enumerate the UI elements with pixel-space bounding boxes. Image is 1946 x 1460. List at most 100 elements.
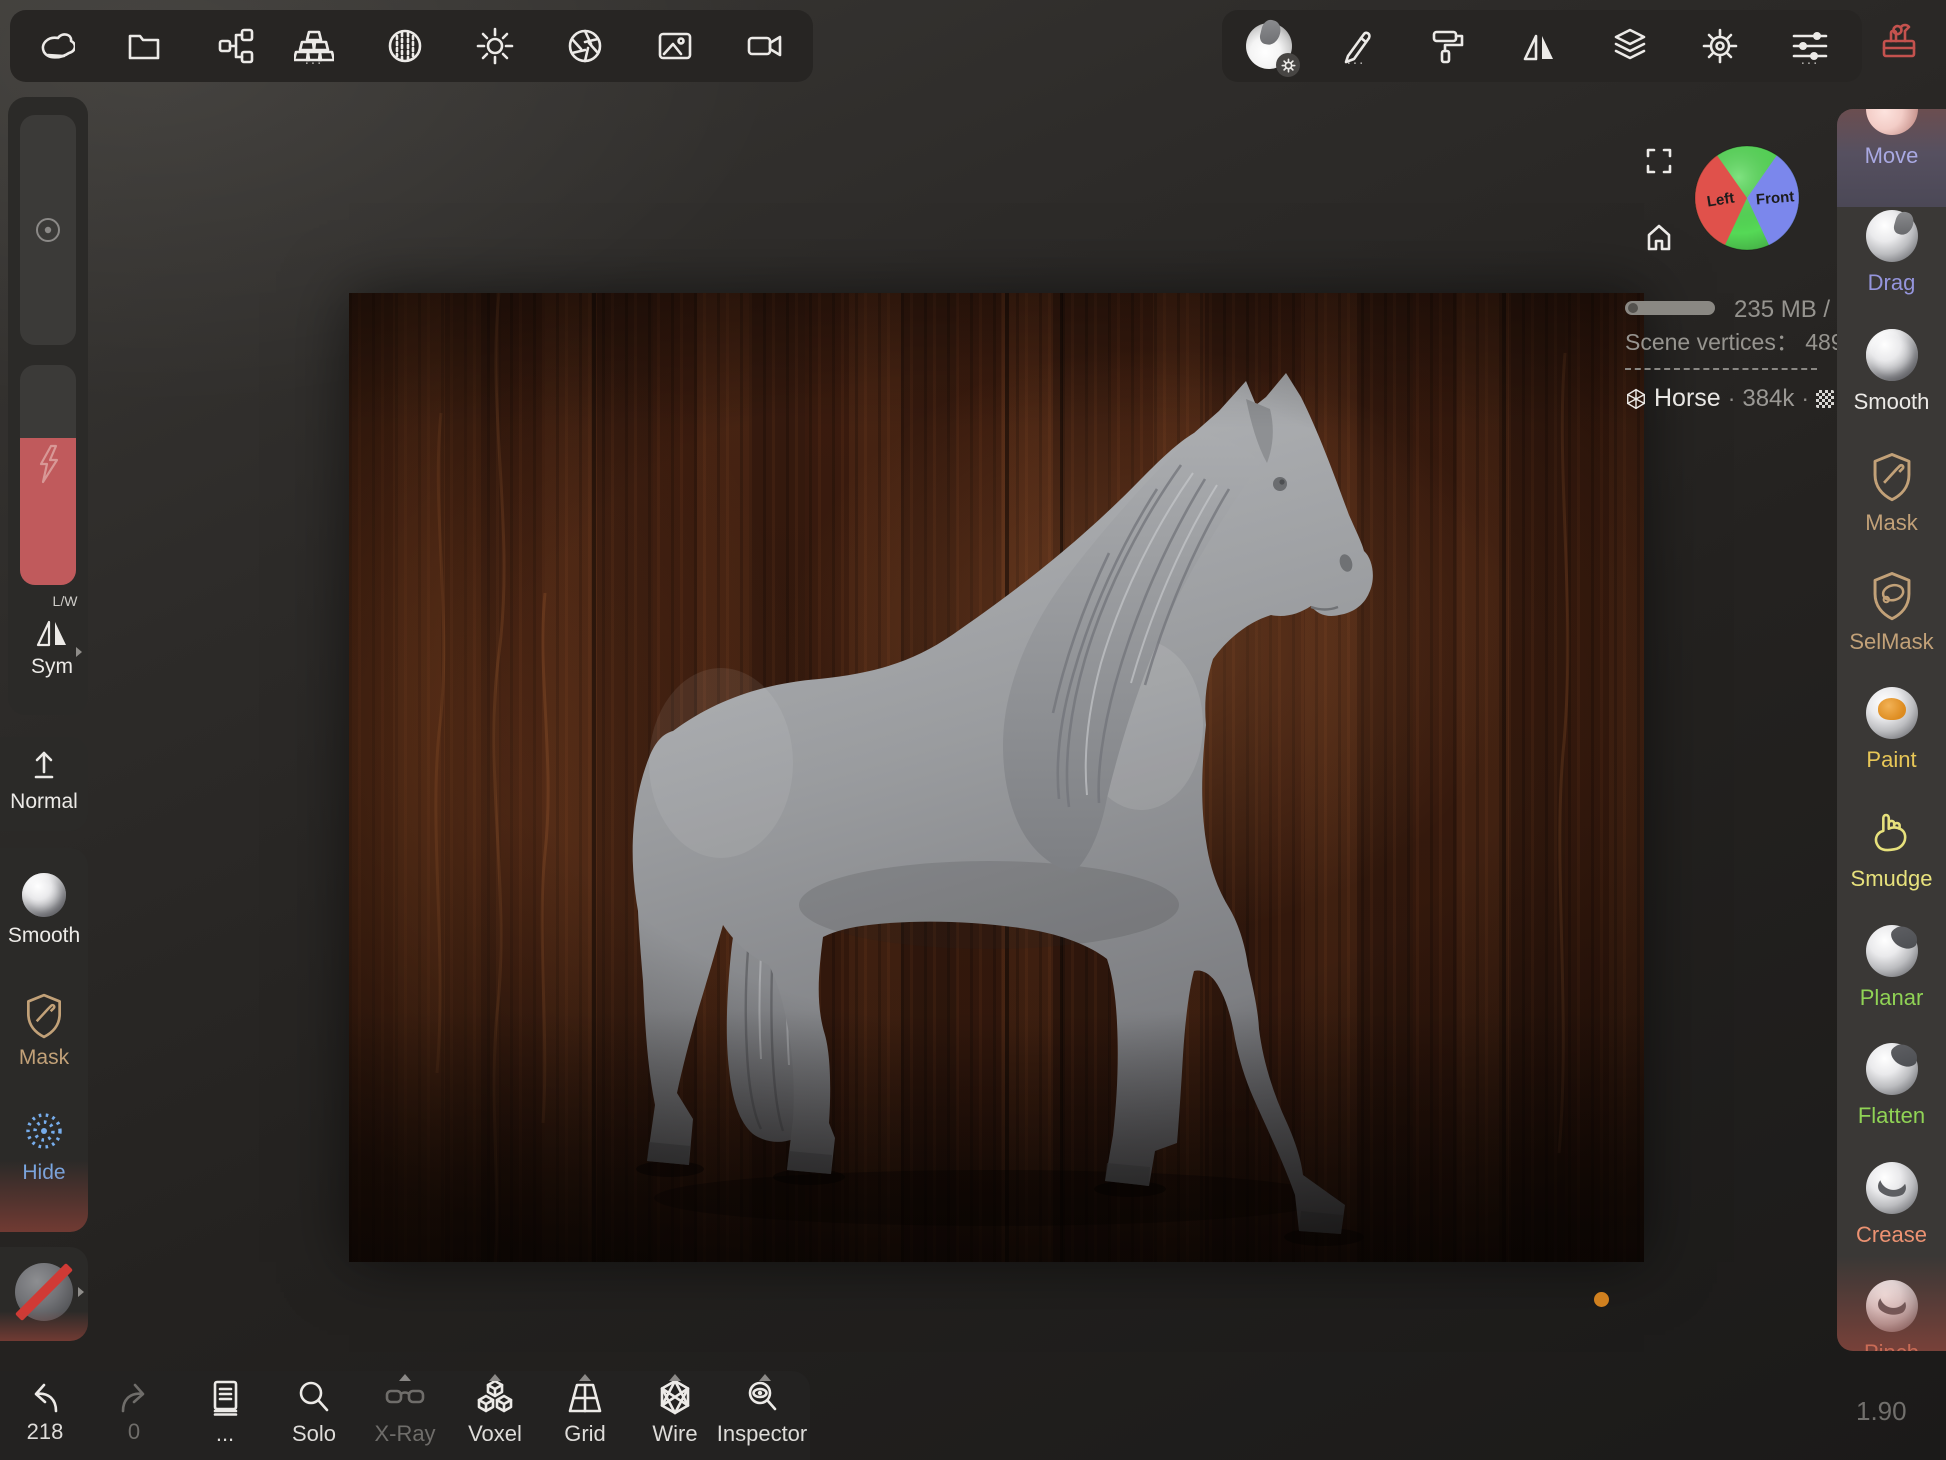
video-camera-icon[interactable] <box>745 26 785 66</box>
redo-button[interactable]: 0 <box>102 1379 166 1445</box>
inspector-menu-caret[interactable] <box>759 1374 771 1381</box>
grid-button[interactable]: Grid <box>553 1379 617 1447</box>
quick-tool-hide[interactable]: Hide <box>0 1108 88 1185</box>
tool-drag[interactable]: Drag <box>1837 210 1946 296</box>
smooth-sphere-icon <box>22 873 66 917</box>
settings-gear-icon[interactable] <box>1700 26 1740 66</box>
xray-button[interactable]: X-Ray <box>373 1379 437 1447</box>
intensity-bolt-icon <box>31 438 65 494</box>
orientation-gizmo[interactable]: Left Front <box>1694 145 1800 251</box>
matcap-gear-badge[interactable] <box>1276 53 1300 77</box>
paint-tool-icon <box>1866 687 1918 739</box>
quick-tool-mask[interactable]: Mask <box>0 991 88 1070</box>
grid-menu-caret[interactable] <box>579 1374 591 1381</box>
fullscreen-button[interactable] <box>1645 147 1673 175</box>
tool-mask[interactable]: Mask <box>1837 450 1946 536</box>
quick-smooth-label: Smooth <box>8 924 80 948</box>
app-logo-icon[interactable] <box>35 26 75 66</box>
texture-checker-icon <box>1816 390 1834 408</box>
wire-label: Wire <box>652 1421 697 1447</box>
tool-paint[interactable]: Paint <box>1837 687 1946 773</box>
material-matcap-button[interactable] <box>1246 23 1292 69</box>
brush-more-dots: ... <box>1336 55 1376 65</box>
normal-arrow-icon <box>26 747 62 783</box>
tool-selmask[interactable]: SelMask <box>1837 569 1946 655</box>
radius-slider[interactable] <box>20 115 76 345</box>
top-left-toolbar: ... <box>10 10 813 82</box>
quick-tool-smooth[interactable]: Smooth <box>0 873 88 948</box>
tool-planar[interactable]: Planar <box>1837 925 1946 1011</box>
solo-label: Solo <box>292 1421 336 1447</box>
planar-label: Planar <box>1860 985 1924 1011</box>
wire-menu-caret[interactable] <box>669 1374 681 1381</box>
smooth-tool-icon <box>1866 329 1918 381</box>
top-right-toolbar: ... ... <box>1222 10 1862 82</box>
lighting-sun-icon[interactable] <box>475 26 515 66</box>
folder-icon[interactable] <box>124 26 164 66</box>
paint-label: Paint <box>1866 747 1916 773</box>
tool-pinch[interactable]: Pinch <box>1837 1280 1946 1351</box>
scene-vertices-label: Scene vertices： <box>1625 329 1799 355</box>
solo-button[interactable]: Solo <box>282 1379 346 1447</box>
tool-flatten[interactable]: Flatten <box>1837 1043 1946 1129</box>
crease-tool-icon <box>1866 1162 1918 1214</box>
toolbox-debug-icon[interactable] <box>1876 18 1922 64</box>
inspector-button[interactable]: Inspector <box>730 1379 794 1447</box>
node-graph-icon[interactable] <box>216 26 256 66</box>
normal-label: Normal <box>10 790 78 814</box>
topology-more-dots: ... <box>294 55 334 65</box>
tool-crease[interactable]: Crease <box>1837 1162 1946 1248</box>
voxel-menu-caret[interactable] <box>489 1374 501 1381</box>
move-label: Move <box>1865 143 1919 169</box>
pinch-tool-icon <box>1866 1280 1918 1332</box>
tool-smudge[interactable]: Smudge <box>1837 806 1946 892</box>
home-button[interactable] <box>1644 221 1674 251</box>
normal-mode-button[interactable]: Normal <box>0 747 88 814</box>
voxel-label: Voxel <box>468 1421 522 1447</box>
tool-move[interactable]: Move <box>1837 109 1946 169</box>
symmetry-button[interactable]: L/W Sym <box>8 593 96 679</box>
matcap-stripes-icon[interactable] <box>385 26 425 66</box>
memory-progress-bar <box>1625 301 1715 315</box>
left-slider-panel: L/W Sym <box>8 97 88 715</box>
planar-tool-icon <box>1866 925 1918 977</box>
mirror-symmetry-icon[interactable] <box>1519 26 1559 66</box>
topology-pyramid-icon[interactable]: ... <box>294 26 334 66</box>
notes-button[interactable]: ... <box>193 1379 257 1447</box>
undo-count: 218 <box>27 1419 64 1445</box>
tool-smooth[interactable]: Smooth <box>1837 329 1946 415</box>
selmask-tool-icon <box>1867 569 1917 621</box>
object-separator-dot: · <box>1728 385 1736 412</box>
inspector-label: Inspector <box>717 1421 808 1447</box>
scene-object-row[interactable]: Horse · 384k · <box>1625 384 1834 413</box>
wireframe-sphere-icon <box>1625 388 1647 410</box>
tool-sidebar: Move Drag Smooth Mask SelMask Paint Smud… <box>1837 109 1946 1351</box>
quick-hide-label: Hide <box>22 1161 65 1185</box>
symmetry-expand-caret[interactable] <box>76 647 82 657</box>
mask-shield-icon <box>21 991 67 1039</box>
background-image-icon[interactable] <box>655 26 695 66</box>
object-name: Horse <box>1654 384 1721 413</box>
intensity-slider[interactable] <box>20 365 76 585</box>
nomad-sculpt-app: ... ... <box>0 0 1946 1460</box>
viewport-canvas[interactable] <box>349 293 1644 1262</box>
voxel-button[interactable]: Voxel <box>463 1379 527 1447</box>
undo-button[interactable]: 218 <box>13 1379 77 1445</box>
wire-button[interactable]: Wire <box>643 1379 707 1447</box>
lw-label: L/W <box>53 593 78 609</box>
app-version: 1.90 <box>1856 1396 1907 1427</box>
sliders-more-dots: ... <box>1790 55 1830 65</box>
scene-vertices: Scene vertices： 489k <box>1625 323 1855 357</box>
matcap-expand-caret[interactable] <box>78 1287 84 1297</box>
xray-menu-caret[interactable] <box>399 1374 411 1381</box>
layers-icon[interactable] <box>1610 26 1650 66</box>
flatten-label: Flatten <box>1858 1103 1925 1129</box>
stroke-mode-panel: Normal <box>0 737 88 831</box>
paint-roller-icon[interactable] <box>1428 26 1468 66</box>
filter-sliders-icon[interactable]: ... <box>1790 26 1830 66</box>
no-matcap-button[interactable] <box>0 1263 88 1321</box>
brush-pencil-icon[interactable]: ... <box>1336 26 1376 66</box>
radius-icon <box>33 215 63 245</box>
aperture-icon[interactable] <box>565 26 605 66</box>
smudge-tool-icon <box>1866 806 1918 858</box>
